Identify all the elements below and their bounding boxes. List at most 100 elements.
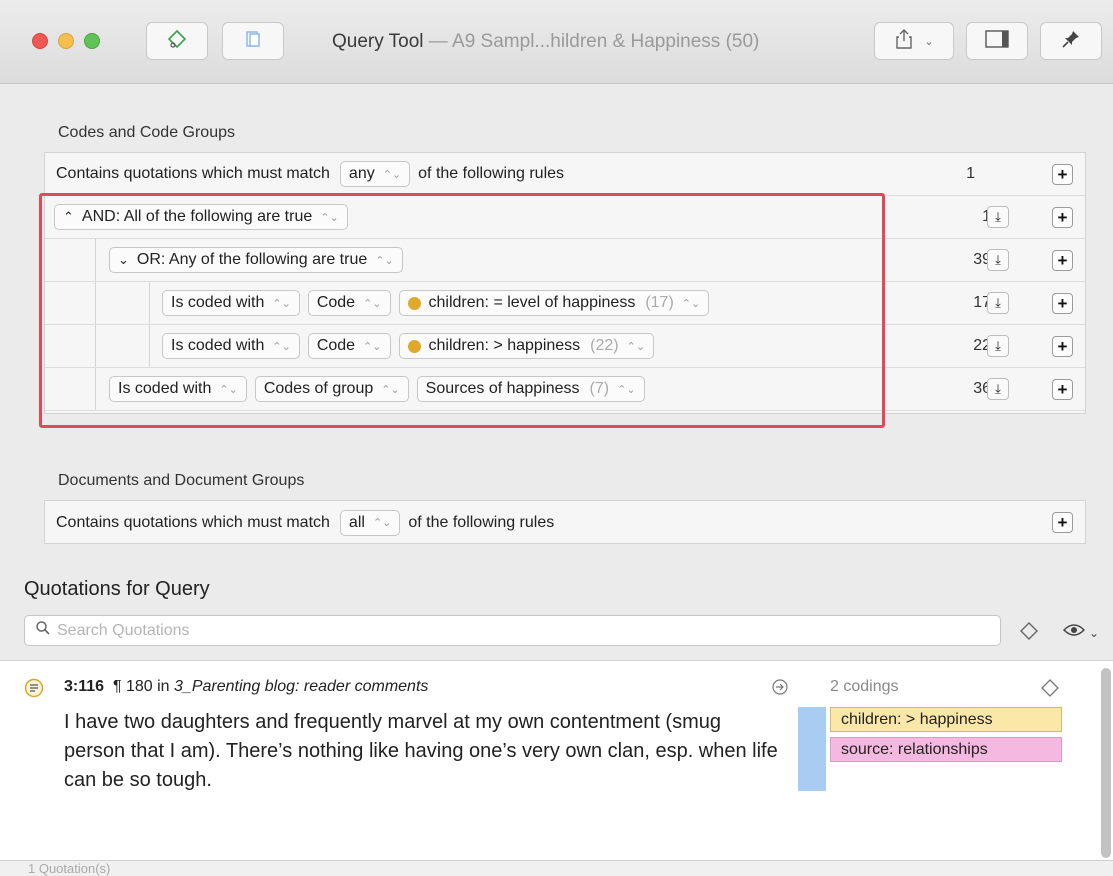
add-rule-button[interactable]: + <box>1052 378 1073 400</box>
add-rule-button[interactable]: + <box>1052 512 1073 533</box>
status-footer: 1 Quotation(s) <box>0 860 1113 876</box>
download-icon: ⤓ <box>995 209 1001 224</box>
plus-icon: + <box>1057 513 1068 532</box>
plus-icon: + <box>1057 379 1068 399</box>
document-button[interactable] <box>222 22 284 60</box>
updown-icon: ⌃⌄ <box>219 383 238 396</box>
expand-chevron-icon[interactable]: ⌄ <box>118 252 129 268</box>
plus-icon: + <box>1057 164 1068 184</box>
indent-guide <box>149 282 150 324</box>
download-icon: ⤓ <box>995 252 1001 267</box>
download-results-button[interactable]: ⤓ <box>987 249 1009 271</box>
rule-count: 17 <box>973 294 991 311</box>
add-code-icon[interactable] <box>1040 678 1060 703</box>
minimize-window-button[interactable] <box>58 33 74 49</box>
rule-code-value: children: = level of happiness <box>428 294 636 311</box>
rule-type-select[interactable]: Code ⌃⌄ <box>307 333 391 359</box>
rule-type-select[interactable]: Code ⌃⌄ <box>307 290 391 316</box>
code-rule-row: Is coded with ⌃⌄ Code ⌃⌄ children: = level… <box>45 282 1085 325</box>
updown-icon: ⌃⌄ <box>617 383 636 396</box>
download-results-button[interactable]: ⤓ <box>987 292 1009 314</box>
updown-icon: ⌃⌄ <box>372 517 392 529</box>
rule-code-select[interactable]: children: = level of happiness (17) ⌃⌄ <box>398 290 710 316</box>
quotation-id: 3:116 <box>64 678 105 695</box>
rule-code-value: children: > happiness <box>428 337 581 354</box>
indent-guide <box>95 325 96 367</box>
or-rule-select[interactable]: ⌄ OR: Any of the following are true ⌃⌄ <box>109 247 403 273</box>
rule-operator-select[interactable]: Is coded with ⌃⌄ <box>162 333 300 359</box>
rule-type-value: Codes of group <box>263 380 374 397</box>
updown-icon: ⌃⌄ <box>375 254 394 267</box>
download-results-button[interactable]: ⤓ <box>987 335 1009 357</box>
add-rule-button[interactable]: + <box>1052 206 1073 228</box>
match-prefix-text: Contains quotations which must match <box>56 165 330 182</box>
and-rule-label: AND: All of the following are true <box>81 208 313 225</box>
codes-section-label: Codes and Code Groups <box>58 124 235 141</box>
sidebar-toggle-button[interactable] <box>966 22 1028 60</box>
quotations-scrollbar[interactable] <box>1101 668 1111 858</box>
rule-type-value: Code <box>316 294 356 311</box>
updown-icon: ⌃⌄ <box>363 297 382 310</box>
and-rule-select[interactable]: ⌃ AND: All of the following are true ⌃⌄ <box>54 204 348 230</box>
eye-icon <box>1062 622 1086 643</box>
share-button[interactable]: ⌄ <box>874 22 954 60</box>
rule-operator-select[interactable]: Is coded with ⌃⌄ <box>109 376 247 402</box>
code-tag[interactable]: children: > happiness <box>830 707 1062 732</box>
rule-operator-value: Is coded with <box>118 380 212 397</box>
rule-group-select[interactable]: Sources of happiness (7) ⌃⌄ <box>416 376 645 402</box>
code-tag-icon[interactable] <box>1018 620 1040 647</box>
or-rule-row: ⌄ OR: Any of the following are true ⌃⌄ 39 … <box>45 239 1085 282</box>
or-rule-label: OR: Any of the following are true <box>136 251 368 268</box>
window-title-main: Query Tool <box>332 31 424 52</box>
download-icon: ⤓ <box>995 338 1001 353</box>
match-prefix-text: Contains quotations which must match <box>56 513 330 531</box>
collapse-chevron-icon[interactable]: ⌃ <box>63 209 74 225</box>
add-rule-button[interactable]: + <box>1052 249 1073 271</box>
sidebar-icon <box>984 29 1010 54</box>
close-window-button[interactable] <box>32 33 48 49</box>
plus-icon: + <box>1057 207 1068 227</box>
rule-type-select[interactable]: Codes of group ⌃⌄ <box>254 376 409 402</box>
rule-group-value: Sources of happiness <box>425 380 580 397</box>
window-title-sub: — A9 Sampl...hildren & Happiness (50) <box>423 31 760 52</box>
rule-code-count: (17) <box>645 294 674 311</box>
title-bar: Query Tool — A9 Sampl...hildren & Happin… <box>0 0 1113 84</box>
code-rule-row: Is coded with ⌃⌄ Code ⌃⌄ children: > happi… <box>45 325 1085 368</box>
add-rule-button[interactable]: + <box>1052 335 1073 357</box>
codes-match-mode-value: any <box>348 165 375 182</box>
codings-count: 2 codings <box>830 678 899 695</box>
coding-margin-bar <box>798 707 826 791</box>
quotation-document: 3_Parenting blog: reader comments <box>174 678 429 695</box>
rule-count: 1 <box>966 165 975 182</box>
documents-rule-table: Contains quotations which must match all… <box>44 500 1086 544</box>
add-rule-button[interactable]: + <box>1052 292 1073 314</box>
quotations-title: Quotations for Query <box>24 578 210 600</box>
code-tag[interactable]: source: relationships <box>830 737 1062 762</box>
search-input[interactable] <box>57 621 957 640</box>
rule-operator-value: Is coded with <box>171 337 265 354</box>
download-results-button[interactable]: ⤓ <box>987 378 1009 400</box>
quotation-location: ¶ 180 in <box>112 678 175 695</box>
rule-code-select[interactable]: children: > happiness (22) ⌃⌄ <box>398 333 655 359</box>
search-field[interactable] <box>24 615 1001 646</box>
updown-icon: ⌃⌄ <box>681 297 701 310</box>
zoom-window-button[interactable] <box>84 33 100 49</box>
documents-match-mode-value: all <box>348 513 365 531</box>
new-code-button[interactable] <box>146 22 208 60</box>
code-group-rule-row: Is coded with ⌃⌄ Codes of group ⌃⌄ Sources… <box>45 368 1085 411</box>
chevron-down-icon: ⌄ <box>1089 625 1100 640</box>
pin-button[interactable] <box>1040 22 1102 60</box>
add-rule-button[interactable]: + <box>1052 163 1073 185</box>
rule-operator-select[interactable]: Is coded with ⌃⌄ <box>162 290 300 316</box>
rule-count: 1 <box>951 208 991 226</box>
updown-icon: ⌃⌄ <box>272 340 291 353</box>
diamond-tag-icon <box>166 28 188 55</box>
view-options-button[interactable]: ⌄ <box>1062 622 1099 643</box>
codes-match-mode-select[interactable]: any ⌃⌄ <box>339 161 411 187</box>
search-icon <box>35 620 51 641</box>
document-icon <box>243 29 263 54</box>
documents-match-mode-select[interactable]: all ⌃⌄ <box>339 509 401 536</box>
go-arrow-icon[interactable] <box>771 678 789 701</box>
rule-operator-value: Is coded with <box>171 294 265 311</box>
download-results-button[interactable]: ⤓ <box>987 206 1009 228</box>
